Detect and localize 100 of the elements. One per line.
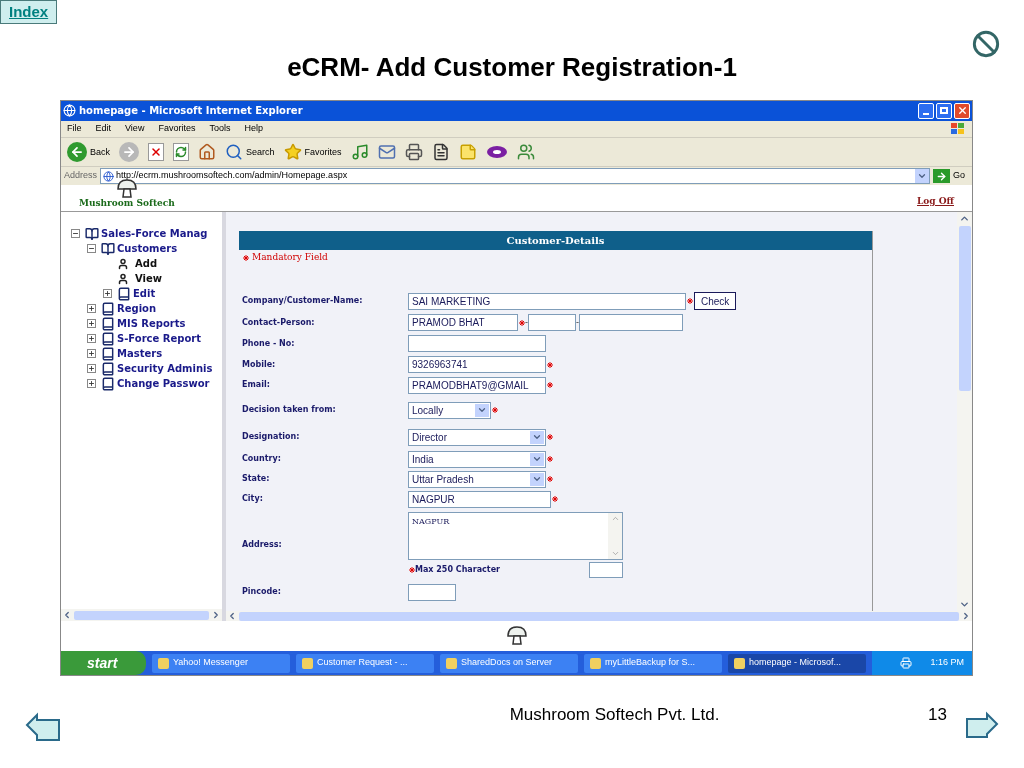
tree-item[interactable]: View xyxy=(135,271,162,286)
required-icon xyxy=(243,255,249,261)
book-icon xyxy=(101,331,115,346)
required-icon xyxy=(409,567,415,573)
dropdown[interactable]: Locally xyxy=(408,401,491,419)
document-icon xyxy=(431,143,450,162)
text-field[interactable] xyxy=(408,335,546,352)
index-button[interactable]: Index xyxy=(0,0,58,24)
taskbar-button[interactable]: myLittleBackup for S... xyxy=(584,653,722,673)
horizontal-scrollbar[interactable] xyxy=(226,611,972,621)
restore-button[interactable] xyxy=(936,102,952,119)
field-label: Designation: xyxy=(242,431,301,443)
tree-item[interactable]: Security Adminis xyxy=(117,361,213,376)
toolbar-button[interactable]: Search xyxy=(246,145,275,160)
tree-item[interactable]: MIS Reports xyxy=(117,316,186,331)
stop-icon xyxy=(148,143,164,162)
text-field[interactable]: 9326963741 xyxy=(408,356,546,373)
text-field[interactable]: PRAMOD BHAT xyxy=(408,314,518,331)
taskbar-button[interactable]: homepage - Microsof... xyxy=(728,653,866,673)
tree-item[interactable]: Masters xyxy=(117,346,163,361)
person-icon xyxy=(117,257,129,270)
book-icon xyxy=(101,376,115,391)
text-field[interactable] xyxy=(408,583,456,601)
text-field[interactable]: PRAMODBHAT9@GMAIL xyxy=(408,376,546,394)
expand-icon[interactable] xyxy=(87,349,96,358)
taskbar-button[interactable]: Yahoo! Messenger xyxy=(152,653,290,673)
tree-item[interactable]: S-Force Report xyxy=(117,331,201,346)
go-button[interactable]: Go xyxy=(953,169,969,183)
toolbar-button[interactable]: Back xyxy=(90,145,110,160)
chevron-down-icon xyxy=(477,405,487,415)
field-label: State: xyxy=(242,473,271,485)
field-label: Country: xyxy=(242,453,282,465)
search-icon xyxy=(225,143,243,162)
menu-item[interactable]: Help xyxy=(244,122,263,136)
collapse-icon[interactable] xyxy=(71,229,80,238)
dropdown[interactable]: India xyxy=(408,450,546,468)
tree-item[interactable]: Add xyxy=(135,256,158,271)
person-icon xyxy=(117,272,129,285)
collapse-icon[interactable] xyxy=(87,244,96,253)
stop-sign-icon[interactable] xyxy=(972,30,1000,58)
tree-item[interactable]: Region xyxy=(117,301,157,316)
expand-icon[interactable] xyxy=(87,364,96,373)
taskbar-button[interactable]: SharedDocs on Server xyxy=(440,653,578,673)
expand-icon[interactable] xyxy=(87,379,96,388)
close-icon xyxy=(956,105,968,117)
expand-icon[interactable] xyxy=(103,289,112,298)
text-field[interactable]: NAGPUR xyxy=(408,490,551,508)
toolbar-button[interactable]: Favorites xyxy=(304,145,342,160)
field-label: Mobile: xyxy=(242,358,277,371)
tree-item[interactable]: Edit xyxy=(133,286,156,301)
text-field[interactable] xyxy=(579,314,683,331)
expand-icon[interactable] xyxy=(87,319,96,328)
minimize-button[interactable] xyxy=(918,102,934,119)
print-icon xyxy=(404,143,423,162)
chevron-left-icon[interactable] xyxy=(62,610,72,620)
star-icon xyxy=(283,143,302,162)
brand-name: Mushroom Softech xyxy=(79,199,175,208)
text-field[interactable]: SAI MARKETING xyxy=(408,292,686,310)
tree-item[interactable]: Sales-Force Manag xyxy=(101,226,208,241)
home-icon xyxy=(198,143,216,162)
logoff-link[interactable]: Log Off xyxy=(917,194,954,208)
flag-logo-icon xyxy=(950,121,966,136)
chevron-down-icon[interactable] xyxy=(959,599,970,610)
separator-text: - xyxy=(576,315,579,329)
close-button[interactable] xyxy=(954,102,970,119)
menu-item[interactable]: File xyxy=(67,122,82,136)
menu-item[interactable]: Tools xyxy=(209,122,231,136)
page-icon xyxy=(103,170,115,182)
menu-item[interactable]: View xyxy=(125,122,145,136)
field-label: Pincode: xyxy=(242,586,282,598)
chevron-right-icon[interactable] xyxy=(961,611,971,621)
field-label: City: xyxy=(242,493,264,505)
media-icon xyxy=(350,143,369,162)
mandatory-legend: Mandatory Field xyxy=(252,251,328,265)
address-textarea[interactable]: NAGPUR xyxy=(408,512,623,560)
chevron-down-icon xyxy=(532,432,542,442)
tree-item[interactable]: Change Passwor xyxy=(117,376,210,391)
tree-item[interactable]: Customers xyxy=(117,241,178,256)
expand-icon[interactable] xyxy=(87,334,96,343)
chevron-up-icon[interactable] xyxy=(959,213,970,224)
check-button[interactable]: Check xyxy=(694,292,737,310)
field-label: Decision taken from: xyxy=(242,404,337,416)
mushroom-icon xyxy=(505,626,528,646)
text-field[interactable] xyxy=(528,314,576,331)
book-icon xyxy=(117,286,131,301)
horizontal-scrollbar[interactable] xyxy=(61,609,222,621)
expand-icon[interactable] xyxy=(87,304,96,313)
start-button[interactable]: start xyxy=(61,651,146,675)
taskbar-button[interactable]: Customer Request - ... xyxy=(296,653,434,673)
dropdown[interactable]: Uttar Pradesh xyxy=(408,470,546,488)
address-field[interactable]: http://ecrm.mushroomsoftech.com/admin/Homepage.aspx xyxy=(100,168,930,185)
menu-item[interactable]: Edit xyxy=(95,122,112,136)
field-label: Phone - No: xyxy=(242,337,296,350)
vertical-scrollbar[interactable] xyxy=(957,212,972,611)
chevron-right-icon[interactable] xyxy=(211,610,221,620)
dropdown[interactable]: Director xyxy=(408,428,546,446)
chevron-left-icon[interactable] xyxy=(227,611,237,621)
page-number: 13 xyxy=(928,704,947,726)
forward-icon xyxy=(119,142,139,163)
menu-item[interactable]: Favorites xyxy=(158,122,196,136)
